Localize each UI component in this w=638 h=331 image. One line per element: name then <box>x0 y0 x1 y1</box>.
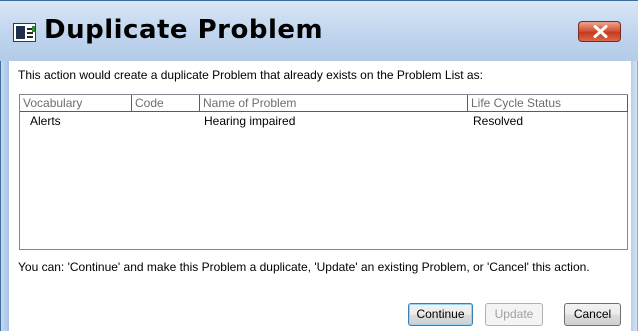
window-frame-right <box>631 61 638 331</box>
cell-vocabulary: Alerts <box>30 114 61 128</box>
options-instructions: You can: 'Continue' and make this Proble… <box>18 260 590 274</box>
close-button[interactable] <box>578 21 621 42</box>
column-header-life-cycle-status[interactable]: Life Cycle Status <box>468 95 628 112</box>
cancel-button[interactable]: Cancel <box>564 303 621 326</box>
title-bar[interactable]: Duplicate Problem <box>0 0 638 61</box>
problem-list-table[interactable]: Vocabulary Code Name of Problem Life Cyc… <box>19 94 628 250</box>
duplicate-message: This action would create a duplicate Pro… <box>18 68 483 82</box>
problem-list-icon <box>13 23 36 42</box>
duplicate-problem-dialog: Duplicate Problem This action would crea… <box>0 0 638 331</box>
close-x-icon <box>593 25 608 38</box>
cell-name-of-problem: Hearing impaired <box>204 114 296 128</box>
dialog-content: This action would create a duplicate Pro… <box>9 61 631 331</box>
continue-button[interactable]: Continue <box>408 303 473 326</box>
update-button[interactable]: Update <box>485 303 543 326</box>
window-title: Duplicate Problem <box>44 15 324 45</box>
column-header-name-of-problem[interactable]: Name of Problem <box>200 95 468 112</box>
cell-life-cycle-status: Resolved <box>473 114 524 128</box>
column-header-vocabulary[interactable]: Vocabulary <box>20 95 132 112</box>
window-frame-left <box>0 61 9 331</box>
column-header-code[interactable]: Code <box>132 95 200 112</box>
